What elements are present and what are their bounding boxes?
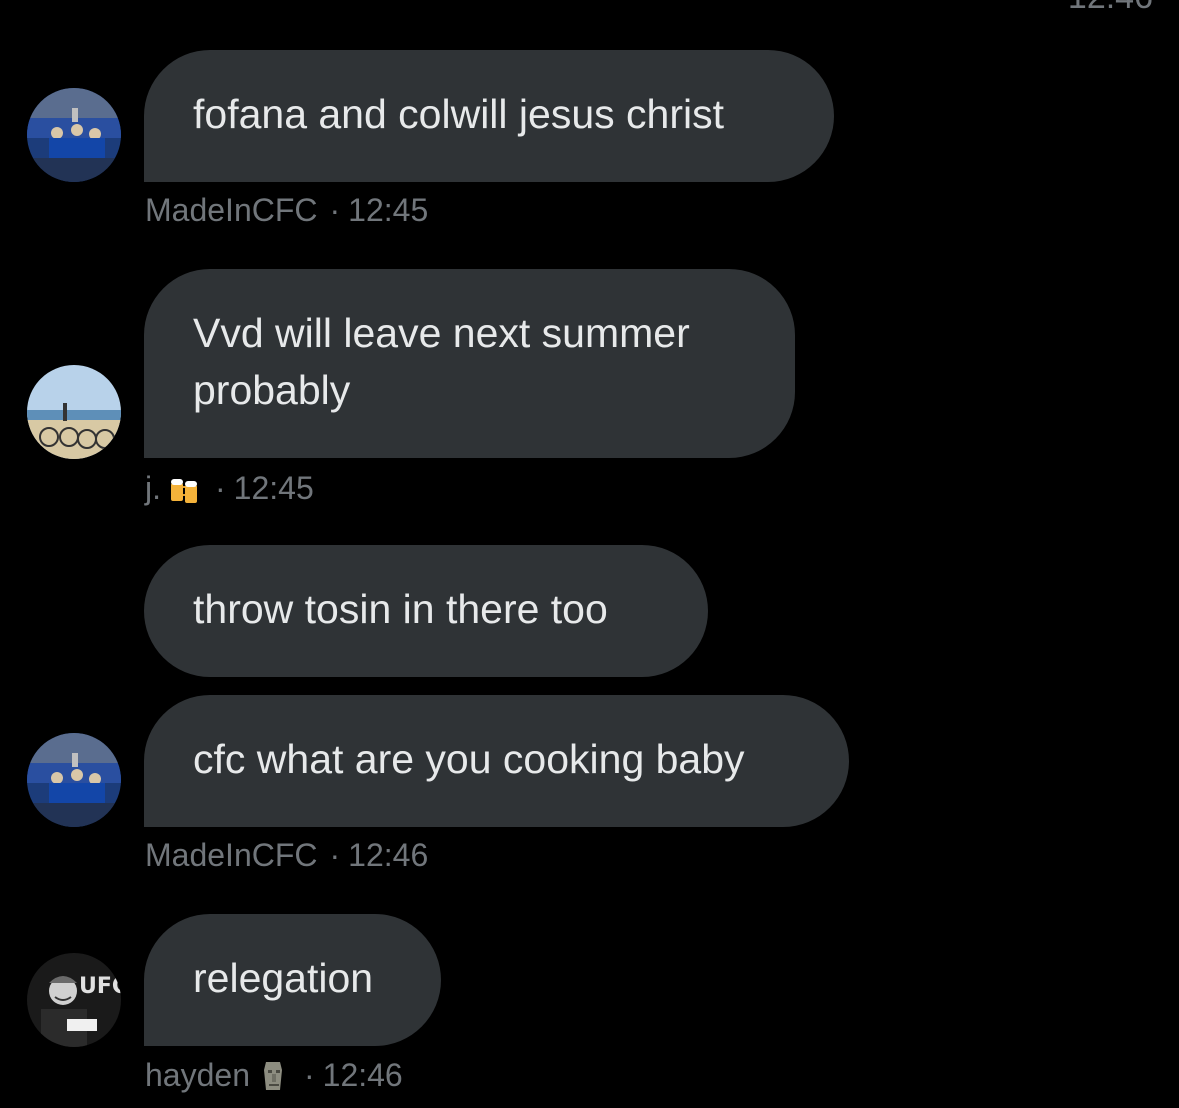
message-meta: MadeInCFC · 12:45 xyxy=(145,192,428,229)
message-text: Vvd will leave next summer probably xyxy=(193,310,690,413)
sender-name[interactable]: hayden xyxy=(145,1057,250,1094)
message-text: fofana and colwill jesus christ xyxy=(193,91,724,137)
message-time: 12:45 xyxy=(233,470,314,506)
message-bubble[interactable]: throw tosin in there too xyxy=(144,545,708,677)
beer-mugs-icon xyxy=(167,471,203,507)
moai-icon xyxy=(256,1058,292,1094)
message-bubble[interactable]: fofana and colwill jesus christ xyxy=(144,50,834,182)
message-bubble[interactable]: cfc what are you cooking baby xyxy=(144,695,849,827)
message-text: cfc what are you cooking baby xyxy=(193,736,745,782)
message-meta: hayden · 12:46 xyxy=(145,1057,403,1094)
svg-text:UFC: UFC xyxy=(79,974,121,999)
message-meta: j. · 12:45 xyxy=(145,470,314,507)
avatar-madeincfc[interactable] xyxy=(27,733,121,827)
top-timestamp: 12:46 xyxy=(1068,0,1153,17)
message-bubble[interactable]: relegation xyxy=(144,914,441,1046)
sender-name[interactable]: MadeInCFC xyxy=(145,192,318,229)
message-text: throw tosin in there too xyxy=(193,586,608,632)
avatar-j[interactable] xyxy=(27,365,121,459)
sender-name[interactable]: j. xyxy=(145,470,161,507)
avatar-madeincfc[interactable] xyxy=(27,88,121,182)
separator-dot: · xyxy=(329,837,341,873)
sender-name[interactable]: MadeInCFC xyxy=(145,837,318,874)
message-meta: MadeInCFC · 12:46 xyxy=(145,837,428,874)
avatar-hayden[interactable]: UFC xyxy=(27,953,121,1047)
message-time: 12:45 xyxy=(348,192,429,228)
message-time: 12:46 xyxy=(348,837,429,873)
separator-dot: · xyxy=(329,192,341,228)
separator-dot: · xyxy=(303,1057,315,1093)
message-bubble[interactable]: Vvd will leave next summer probably xyxy=(144,269,795,458)
separator-dot: · xyxy=(215,470,226,506)
message-time: 12:46 xyxy=(322,1057,403,1093)
message-text: relegation xyxy=(193,955,374,1001)
